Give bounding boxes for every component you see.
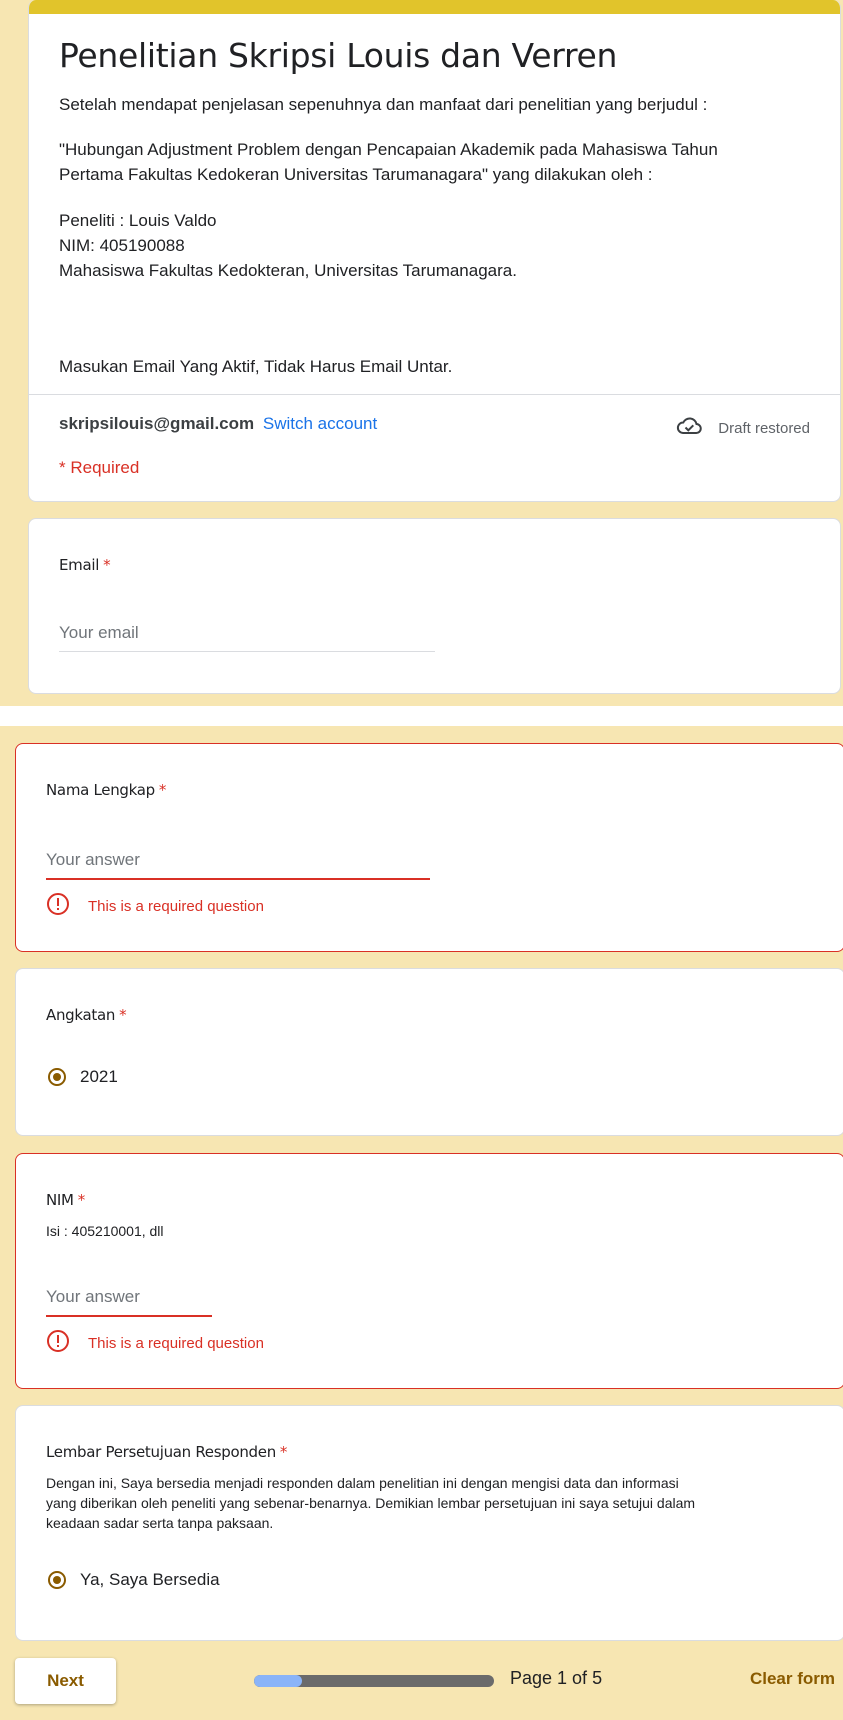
required-asterisk: * [119, 1006, 127, 1024]
radio-option-2021[interactable]: 2021 [48, 1067, 118, 1087]
help-line: keadaan sadar serta tanpa paksaan. [46, 1515, 274, 1531]
question-card-angkatan: Angkatan * 2021 [15, 968, 843, 1136]
cloud-done-icon [676, 416, 703, 440]
email-input[interactable]: Your email [59, 623, 435, 652]
error-message: This is a required question [46, 1329, 264, 1357]
required-asterisk: * [158, 781, 167, 799]
radio-option-ya-saya-bersedia[interactable]: Ya, Saya Bersedia [48, 1570, 220, 1590]
question-card-persetujuan: Lembar Persetujuan Responden * Dengan ini… [15, 1405, 843, 1641]
description-line: Setelah mendapat penjelasan sepenuhnya d… [59, 95, 708, 114]
error-text: This is a required question [88, 897, 264, 915]
question-label: Angkatan [46, 1006, 116, 1024]
description-line: Peneliti : Louis Valdo [59, 211, 217, 230]
question-label: NIM [46, 1191, 74, 1209]
question-label: Email [59, 556, 100, 574]
required-asterisk: * [77, 1191, 86, 1209]
form-header-card: Penelitian Skripsi Louis dan Verren Sete… [28, 0, 841, 502]
account-email: skripsilouis@gmail.com [59, 414, 255, 433]
error-icon [46, 892, 70, 920]
question-card-nim: NIM * Isi : 405210001, dll Your answer Th… [15, 1153, 843, 1389]
help-line: yang diberikan oleh peneliti yang sebena… [46, 1495, 696, 1511]
radio-option-label: 2021 [80, 1067, 118, 1086]
page-indicator: Page 1 of 5 [510, 1668, 603, 1688]
description-line: Mahasiswa Fakultas Kedokteran, Universit… [59, 261, 517, 280]
header-divider [29, 394, 840, 395]
error-icon [46, 1329, 70, 1357]
question-help-text: Isi : 405210001, dll [46, 1223, 164, 1239]
description-line: Masukan Email Yang Aktif, Tidak Harus Em… [59, 357, 453, 376]
question-card-nama-lengkap: Nama Lengkap * Your answer This is a requ… [15, 743, 843, 952]
error-message: This is a required question [46, 892, 264, 920]
required-note: * Required [59, 458, 140, 477]
error-text: This is a required question [88, 1334, 264, 1352]
description-line: NIM: 405190088 [59, 236, 185, 255]
next-button[interactable]: Next [15, 1658, 116, 1704]
question-title: Angkatan * [46, 1006, 127, 1024]
nama-lengkap-input[interactable]: Your answer [46, 850, 430, 880]
progress-bar [254, 1675, 494, 1687]
clear-form-button[interactable]: Clear form [750, 1669, 835, 1689]
question-label: Lembar Persetujuan Responden [46, 1443, 276, 1461]
draft-status-label: Draft restored [718, 419, 810, 437]
radio-selected-icon[interactable] [48, 1068, 66, 1086]
required-asterisk: * [279, 1443, 288, 1461]
question-help-text: Dengan ini, Saya bersedia menjadi respon… [46, 1473, 695, 1533]
form-title: Penelitian Skripsi Louis dan Verren [59, 36, 618, 75]
description-line: "Hubungan Adjustment Problem dengan Penc… [59, 140, 718, 159]
description-line: Pertama Fakultas Kedokeran Universitas T… [59, 165, 653, 184]
radio-option-label: Ya, Saya Bersedia [80, 1570, 220, 1589]
nim-input[interactable]: Your answer [46, 1287, 212, 1317]
draft-status: Draft restored [676, 416, 810, 440]
required-asterisk: * [103, 556, 111, 574]
progress-bar-fill [254, 1675, 302, 1687]
radio-selected-icon[interactable] [48, 1571, 66, 1589]
question-title: Email * [59, 556, 111, 574]
question-title: Lembar Persetujuan Responden * [46, 1443, 287, 1461]
accent-bar [29, 0, 840, 14]
switch-account-link[interactable]: Switch account [263, 414, 377, 433]
question-title: Nama Lengkap * [46, 781, 166, 799]
account-row: skripsilouis@gmail.com Switch account [59, 414, 377, 434]
question-title: NIM * [46, 1191, 85, 1209]
question-card-email: Email * Your email [28, 518, 841, 694]
question-label: Nama Lengkap [46, 781, 155, 799]
help-line: Dengan ini, Saya bersedia menjadi respon… [46, 1475, 679, 1491]
